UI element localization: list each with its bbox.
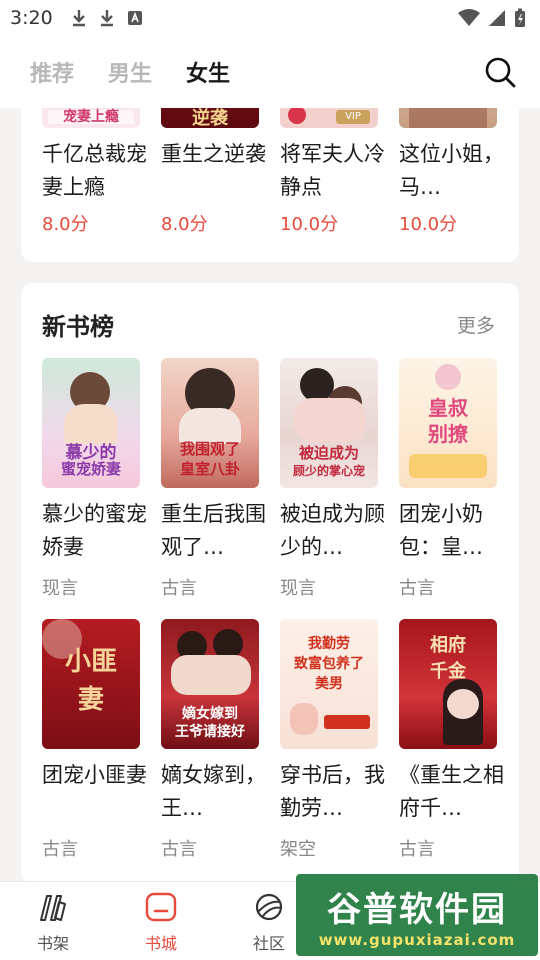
watermark-url: www.gupuxiazai.com bbox=[318, 930, 516, 949]
book-cover: 嫡女嫁到 王爷请接好 bbox=[161, 619, 259, 749]
nav-bookshelf[interactable]: 书架 bbox=[18, 892, 88, 954]
download-icon bbox=[72, 10, 85, 27]
book-cover: 被迫成为 顾少的掌心宠 bbox=[280, 358, 378, 488]
book-title: 千亿总裁宠妻上瘾 bbox=[42, 142, 147, 199]
tab-male[interactable]: 男生 bbox=[108, 56, 152, 88]
book-genre: 现言 bbox=[42, 578, 78, 599]
book-title: 穿书后，我勤劳… bbox=[280, 763, 385, 820]
book-item[interactable]: 慕少的 蜜宠娇妻 慕少的蜜宠娇妻 现言 bbox=[42, 358, 147, 600]
book-genre: 现言 bbox=[280, 578, 316, 599]
book-title: 这位小姐，马… bbox=[399, 142, 504, 199]
book-item[interactable]: 相府 千金 《重生之相府千… 古言 bbox=[399, 619, 504, 861]
book-item[interactable]: 我勤劳 致富包养了 美男 穿书后，我勤劳… 架空 bbox=[280, 619, 385, 861]
book-item[interactable]: 被迫成为 顾少的掌心宠 被迫成为顾少的… 现言 bbox=[280, 358, 385, 600]
battery-icon bbox=[515, 8, 525, 27]
book-cover: 宠妻上瘾 bbox=[42, 108, 140, 128]
book-item[interactable]: 嫡女嫁到 王爷请接好 嫡女嫁到，王… 古言 bbox=[161, 619, 266, 861]
book-cover: 相府 千金 bbox=[399, 619, 497, 749]
book-cover: 慕少的 蜜宠娇妻 bbox=[42, 358, 140, 488]
header: 推荐 男生 女生 bbox=[0, 36, 540, 108]
book-genre: 古言 bbox=[399, 839, 435, 860]
wifi-icon bbox=[458, 9, 480, 26]
book-score: 8.0分 bbox=[161, 214, 208, 235]
book-cover: VIP bbox=[280, 108, 378, 128]
book-genre: 古言 bbox=[42, 839, 78, 860]
book-item[interactable]: 小匪 妻 团宠小匪妻 古言 bbox=[42, 619, 147, 861]
nav-community[interactable]: 社区 bbox=[234, 892, 304, 954]
book-item[interactable]: 皇叔 别撩 团宠小奶包：皇… 古言 bbox=[399, 358, 497, 600]
book-score: 10.0分 bbox=[280, 214, 339, 235]
tab-recommend[interactable]: 推荐 bbox=[30, 56, 74, 88]
book-genre: 古言 bbox=[399, 578, 435, 599]
book-title: 《重生之相府千… bbox=[399, 763, 504, 820]
book-cover: 皇叔 别撩 bbox=[399, 358, 497, 488]
book-genre: 架空 bbox=[280, 839, 316, 860]
book-item[interactable]: 我围观了 皇室八卦 重生后我围观了… 古言 bbox=[161, 358, 266, 600]
font-icon bbox=[127, 11, 142, 25]
book-item[interactable]: 这位小姐，马… 10.0分 bbox=[399, 108, 504, 236]
book-score: 10.0分 bbox=[399, 214, 458, 235]
bookshelf-icon bbox=[40, 895, 66, 921]
book-item[interactable]: 逆袭 重生之逆袭 8.0分 bbox=[161, 108, 266, 236]
book-title: 重生之逆袭 bbox=[161, 142, 266, 166]
more-link[interactable]: 更多 bbox=[457, 311, 495, 338]
book-item[interactable]: VIP 将军夫人冷静点 10.0分 bbox=[280, 108, 385, 236]
nav-label: 社区 bbox=[252, 934, 285, 953]
book-genre: 古言 bbox=[161, 839, 197, 860]
status-time: 3:20 bbox=[10, 7, 53, 29]
book-title: 将军夫人冷静点 bbox=[280, 142, 385, 199]
section-title: 新书榜 bbox=[42, 313, 114, 341]
book-genre: 古言 bbox=[161, 578, 197, 599]
tab-female[interactable]: 女生 bbox=[186, 56, 230, 88]
book-score: 8.0分 bbox=[42, 214, 89, 235]
book-title: 团宠小匪妻 bbox=[42, 763, 147, 787]
new-books-card: 新书榜 更多 慕少的 蜜宠娇妻 慕少的蜜宠娇妻 现言 我围观了 皇室八卦 重生后… bbox=[21, 283, 519, 881]
book-title: 被迫成为顾少的… bbox=[280, 502, 385, 559]
planet-icon bbox=[255, 893, 283, 921]
nav-label: 书架 bbox=[36, 934, 69, 953]
book-cover: 我勤劳 致富包养了 美男 bbox=[280, 619, 378, 749]
book-item[interactable]: 宠妻上瘾 千亿总裁宠妻上瘾 8.0分 bbox=[42, 108, 147, 236]
book-cover: 小匪 妻 bbox=[42, 619, 140, 749]
book-title: 重生后我围观了… bbox=[161, 502, 266, 559]
watermark-main: 谷普软件园 bbox=[327, 889, 507, 930]
nav-label: 书城 bbox=[144, 934, 177, 953]
site-watermark: 谷普软件园 www.gupuxiazai.com bbox=[296, 874, 538, 956]
book-title: 嫡女嫁到，王… bbox=[161, 763, 266, 820]
status-bar: 3:20 bbox=[0, 0, 540, 36]
ranking-card: 宠妻上瘾 千亿总裁宠妻上瘾 8.0分 逆袭 重生之逆袭 8.0分 VIP 将军夫… bbox=[21, 108, 519, 262]
book-title: 慕少的蜜宠娇妻 bbox=[42, 502, 147, 559]
book-store-content[interactable]: 宠妻上瘾 千亿总裁宠妻上瘾 8.0分 逆袭 重生之逆袭 8.0分 VIP 将军夫… bbox=[0, 108, 540, 881]
search-icon[interactable] bbox=[484, 56, 516, 88]
book-cover: 我围观了 皇室八卦 bbox=[161, 358, 259, 488]
book-cover bbox=[399, 108, 497, 128]
download-icon bbox=[100, 10, 113, 27]
signal-icon bbox=[489, 10, 505, 26]
bookstore-icon bbox=[145, 892, 177, 922]
book-cover: 逆袭 bbox=[161, 108, 259, 128]
nav-bookstore[interactable]: 书城 bbox=[126, 892, 196, 954]
book-title: 团宠小奶包：皇… bbox=[399, 502, 483, 559]
